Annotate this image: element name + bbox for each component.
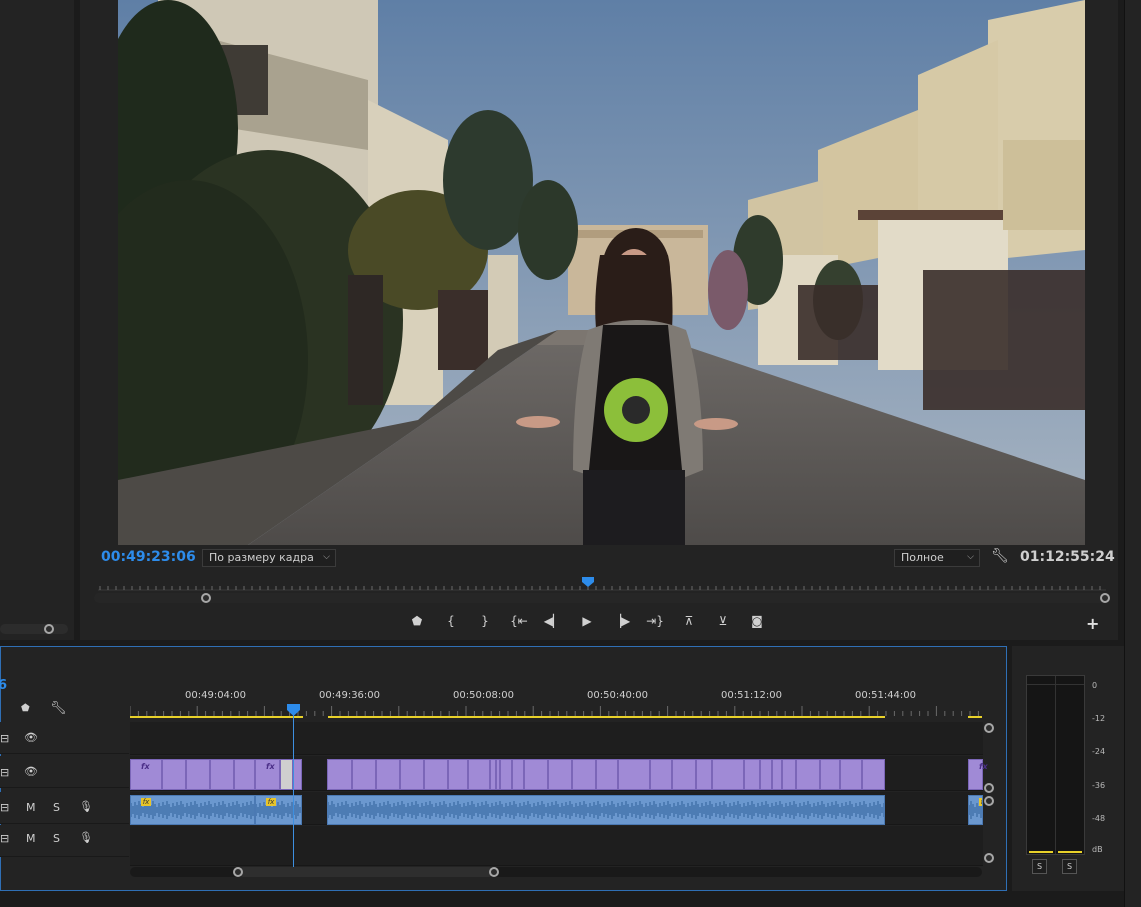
track-v2-area[interactable] [130, 722, 983, 755]
chevron-down-icon: ⌵ [323, 552, 330, 562]
add-marker-button[interactable]: ⬟ [400, 614, 434, 628]
playback-resolution-select[interactable]: Полное ⌵ [894, 549, 980, 567]
audio-meter [1026, 675, 1085, 855]
meter-scale-label: 0 [1092, 681, 1098, 690]
mute-toggle[interactable]: M [26, 801, 36, 814]
monitor-playhead[interactable] [582, 577, 594, 587]
video-frame-image [118, 0, 1085, 545]
ruler-time-label: 00:51:44:00 [855, 690, 917, 701]
meter-level-left [1029, 851, 1053, 853]
track-header-a1[interactable]: ⊟ M S 🎙︎ [0, 792, 129, 824]
monitor-zoom-knob-left[interactable] [201, 593, 211, 603]
ruler-time-label: 00:51:12:00 [721, 690, 783, 701]
monitor-time-ruler[interactable] [98, 583, 1106, 591]
meter-scale-label: dB [1092, 845, 1103, 854]
monitor-zoom-knob-right[interactable] [1100, 593, 1110, 603]
meter-solo-left-button[interactable]: S [1032, 859, 1047, 874]
film-icon[interactable]: ⊟ [0, 766, 9, 779]
track-height-knob[interactable] [984, 796, 994, 806]
track-header-v1[interactable]: ⊟ 👁︎ [0, 756, 129, 788]
film-icon[interactable]: ⊟ [0, 732, 9, 745]
mark-in-button[interactable]: { [434, 614, 468, 628]
solo-toggle[interactable]: S [53, 832, 60, 845]
add-marker-icon[interactable]: ⬟ [21, 703, 30, 714]
zoom-fit-select[interactable]: По размеру кадра ⌵ [202, 549, 336, 567]
go-to-out-button[interactable]: ⇥} [638, 614, 672, 628]
mark-out-button[interactable]: } [468, 614, 502, 628]
project-panel-scrollbar[interactable] [0, 624, 68, 634]
duration-timecode: 01:12:55:24 [1020, 549, 1115, 565]
timeline-scroll-thumb[interactable] [238, 867, 494, 877]
button-editor-add-button[interactable]: + [1086, 614, 1099, 633]
meter-peak-line [1027, 684, 1084, 685]
microphone-icon[interactable]: 🎙︎ [79, 831, 93, 844]
extract-button[interactable]: ⊻ [706, 614, 740, 628]
program-monitor-video[interactable] [118, 0, 1085, 545]
track-lock-icon[interactable]: ⊟ [0, 832, 9, 845]
meter-divider [1055, 676, 1056, 854]
eye-icon[interactable]: 👁︎ [24, 731, 38, 744]
timeline-zoom-knob-left[interactable] [233, 867, 243, 877]
timeline-zoom-knob-right[interactable] [489, 867, 499, 877]
track-height-knob[interactable] [984, 723, 994, 733]
track-lock-icon[interactable]: ⊟ [0, 801, 9, 814]
timeline-ruler[interactable]: 00:49:04:00 00:49:36:00 00:50:08:00 00:50:4… [130, 686, 985, 720]
mute-toggle[interactable]: M [26, 832, 36, 845]
timeline-playhead[interactable] [287, 704, 300, 716]
wrench-icon[interactable]: 🔧︎ [991, 548, 1009, 564]
export-frame-button[interactable]: ◙ [740, 614, 774, 628]
track-header-a2[interactable]: ⊟ M S 🎙︎ [0, 825, 129, 857]
microphone-icon[interactable]: 🎙︎ [79, 800, 93, 813]
premiere-workspace: 00:49:23:06 По размеру кадра ⌵ Полное ⌵ … [0, 0, 1141, 907]
track-height-knob[interactable] [984, 853, 994, 863]
track-a1-area[interactable] [130, 792, 983, 825]
transport-controls: ⬟{} {⇤ ◀▏ ▶ ▕▶ ⇥} ⊼ ⊻ ◙ [400, 610, 774, 632]
ruler-time-label: 00:49:36:00 [319, 690, 381, 701]
ruler-time-label: 00:49:04:00 [185, 690, 247, 701]
meter-level-right [1058, 851, 1082, 853]
timeline-settings-wrench-icon[interactable]: 🔧︎ [50, 701, 67, 716]
current-timecode[interactable]: 00:49:23:06 [101, 549, 196, 565]
meter-scale-label: -48 [1092, 814, 1106, 823]
sequence-tab[interactable]: 6 [0, 678, 7, 693]
monitor-zoom-scrollbar[interactable] [94, 593, 1110, 603]
ruler-time-label: 00:50:08:00 [453, 690, 515, 701]
status-bar [0, 893, 1124, 907]
project-panel-zoom-knob[interactable] [44, 624, 54, 634]
step-back-button[interactable]: ◀▏ [536, 614, 570, 628]
right-panel-edge [1124, 0, 1141, 907]
ruler-time-label: 00:50:40:00 [587, 690, 649, 701]
project-panel [0, 0, 74, 640]
work-area-bar[interactable] [968, 716, 982, 718]
playback-resolution-value: Полное [901, 551, 944, 564]
meter-solo-right-button[interactable]: S [1062, 859, 1077, 874]
eye-icon[interactable]: 👁︎ [24, 765, 38, 778]
track-v1-area[interactable] [130, 756, 983, 791]
track-header-v2[interactable]: ⊟ 👁︎ [0, 722, 129, 754]
lift-button[interactable]: ⊼ [672, 614, 706, 628]
track-height-knob[interactable] [984, 783, 994, 793]
zoom-fit-select-value: По размеру кадра [209, 551, 314, 564]
work-area-bar[interactable] [130, 716, 303, 718]
chevron-down-icon: ⌵ [967, 552, 974, 562]
meter-scale-label: -24 [1092, 747, 1106, 756]
timeline-playhead-line [293, 712, 294, 867]
solo-toggle[interactable]: S [53, 801, 60, 814]
step-forward-button[interactable]: ▕▶ [604, 614, 638, 628]
go-to-in-button[interactable]: {⇤ [502, 614, 536, 628]
meter-scale-label: -36 [1092, 781, 1106, 790]
play-button[interactable]: ▶ [570, 614, 604, 628]
meter-scale-label: -12 [1092, 714, 1106, 723]
track-a2-area[interactable] [130, 826, 983, 866]
work-area-bar[interactable] [328, 716, 885, 718]
